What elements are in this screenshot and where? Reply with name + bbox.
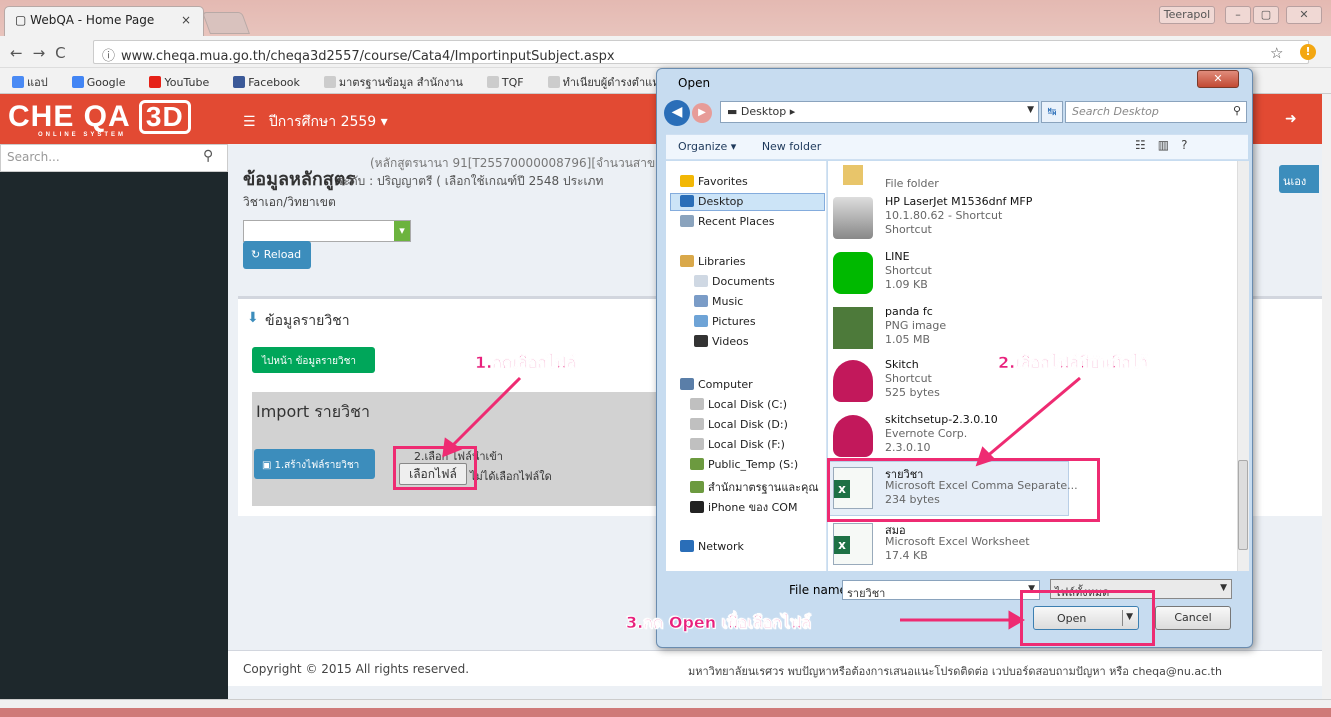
arrow-step1 [448, 376, 522, 450]
annotation-arrows [442, 376, 1081, 630]
arrowhead-step3 [1008, 610, 1025, 630]
arrow-step2 [984, 376, 1081, 460]
